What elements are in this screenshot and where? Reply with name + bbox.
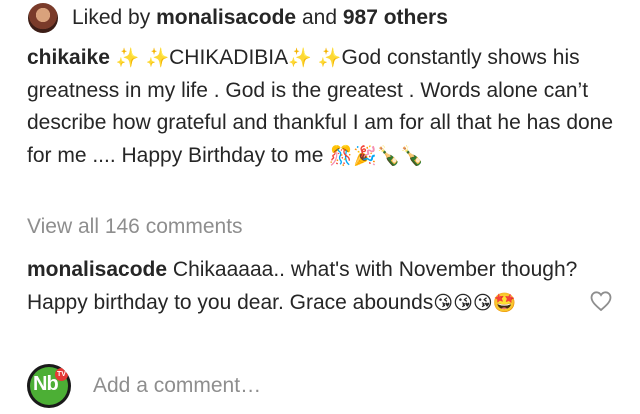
view-all-comments-link[interactable]: View all 146 comments: [27, 215, 243, 239]
add-comment-row[interactable]: Nb TV Add a comment…: [27, 364, 261, 408]
likes-row[interactable]: Liked by monalisacode and 987 others: [28, 2, 448, 34]
liker-avatar[interactable]: [28, 3, 58, 33]
post-username[interactable]: chikaike: [27, 46, 110, 69]
user-avatar: Nb TV: [27, 364, 71, 408]
celebration-emojis: 🎊🎉🍾🍾: [329, 144, 424, 167]
add-comment-input[interactable]: Add a comment…: [93, 374, 261, 398]
caption-highlight: CHIKADIBIA: [169, 46, 289, 69]
sparkles-emoji: ✨ ✨: [115, 47, 170, 69]
avatar-logo-text: Nb: [33, 373, 59, 395]
sparkles-emoji-2: ✨ ✨: [288, 47, 342, 69]
comment-username[interactable]: monalisacode: [27, 258, 167, 281]
likes-others-link[interactable]: 987 others: [343, 6, 448, 29]
likes-summary: Liked by monalisacode and 987 others: [72, 6, 448, 29]
heart-icon[interactable]: [589, 289, 613, 313]
liker-username[interactable]: monalisacode: [156, 6, 296, 29]
comment-emojis: 😘😘😘🤩: [433, 291, 517, 314]
avatar-tv-badge: TV: [55, 368, 68, 381]
comment-item: monalisacode Chikaaaaa.. what's with Nov…: [27, 254, 587, 319]
post-caption: chikaike ✨ ✨CHIKADIBIA✨ ✨God constantly …: [27, 42, 627, 172]
